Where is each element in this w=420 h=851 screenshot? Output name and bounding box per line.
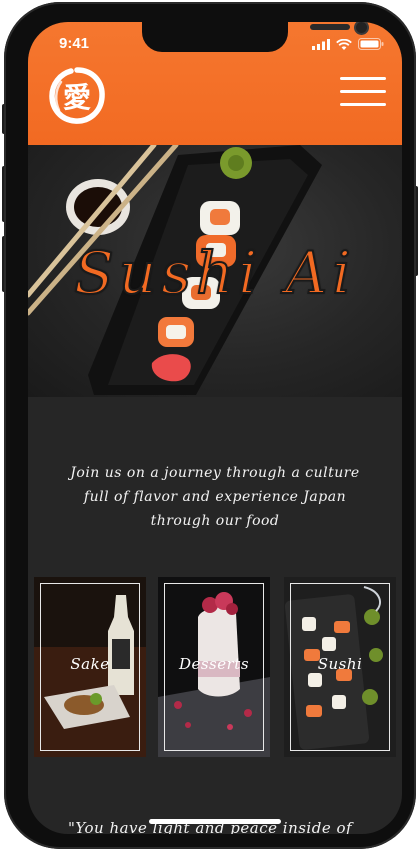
card-label: Sake: [70, 655, 110, 673]
card-label: Desserts: [178, 655, 250, 673]
speaker-grille: [310, 24, 350, 30]
home-indicator[interactable]: [149, 819, 281, 824]
status-time: 9:41: [59, 35, 90, 52]
tagline-text: Join us on a journey through a culture f…: [70, 465, 360, 529]
menu-line-icon: [340, 90, 386, 93]
phone-screen: 9:41 愛 Sushi Ai Join us on a journey thr…: [28, 22, 402, 834]
category-card-desserts[interactable]: Desserts: [158, 577, 270, 757]
hamburger-menu-button[interactable]: [340, 77, 386, 107]
enso-logo-icon: 愛: [49, 67, 105, 124]
device-notch: [142, 22, 369, 52]
logo-kanji: 愛: [63, 81, 91, 114]
battery-icon: [358, 38, 384, 50]
front-camera: [354, 22, 369, 35]
status-icons: [312, 38, 384, 50]
menu-line-icon: [340, 77, 386, 80]
menu-line-icon: [340, 103, 386, 106]
phone-frame: 9:41 愛 Sushi Ai Join us on a journey thr…: [4, 2, 416, 849]
hero-banner: Sushi Ai: [28, 145, 402, 397]
brand-logo[interactable]: 愛: [47, 66, 107, 126]
category-card-sake[interactable]: Sake: [34, 577, 146, 757]
category-card-sushi[interactable]: Sushi: [284, 577, 396, 757]
wifi-icon: [336, 38, 352, 50]
hero-title: Sushi Ai: [73, 238, 356, 308]
category-cards: Sake Desserts Sushi: [34, 577, 396, 757]
signal-icon: [312, 38, 330, 50]
card-label: Sushi: [317, 655, 363, 673]
site-header: 9:41 愛: [28, 22, 402, 145]
